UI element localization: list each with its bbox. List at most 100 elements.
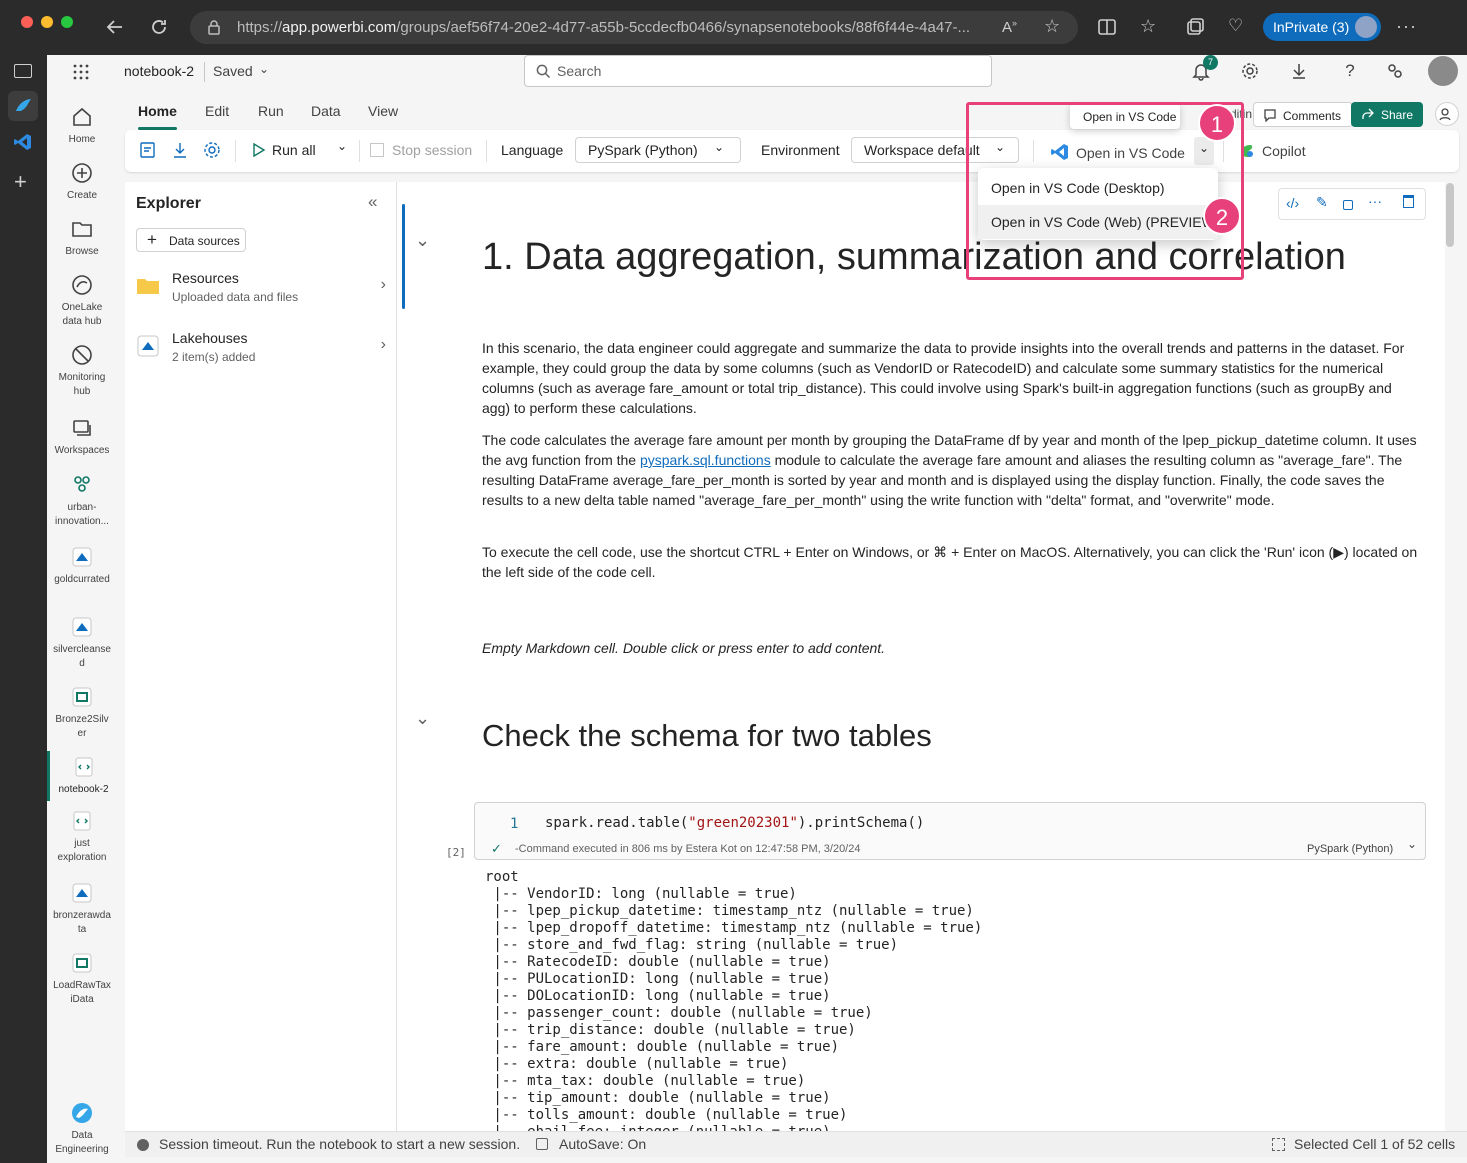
tab-data[interactable]: Data	[311, 103, 341, 119]
nav-onelake-data-hub[interactable]: OneLake data hub	[47, 273, 117, 329]
data-engineering-icon	[70, 1101, 94, 1125]
download-icon[interactable]	[1289, 61, 1311, 83]
nav-home[interactable]: Home	[47, 105, 117, 147]
ribbon-toolbar: Run all ⌄ Stop session Language PySpark …	[125, 130, 1459, 172]
user-avatar[interactable]	[1428, 56, 1458, 86]
more-cell-options-icon[interactable]: ···	[1368, 193, 1382, 209]
code-view-icon[interactable]: ‹/›	[1286, 195, 1299, 211]
download-notebook-icon[interactable]	[170, 140, 190, 160]
language-select[interactable]: PySpark (Python) ⌄	[575, 137, 741, 163]
notifications-bell-icon[interactable]: 7	[1191, 55, 1218, 83]
refresh-icon[interactable]	[148, 16, 170, 38]
session-settings-icon[interactable]	[202, 140, 222, 160]
notebook-scrollbar[interactable]	[1446, 183, 1454, 247]
new-tab-icon[interactable]: +	[14, 169, 27, 195]
autosave-status[interactable]: AutoSave: On	[559, 1136, 646, 1152]
help-icon[interactable]: ?	[1339, 61, 1361, 83]
nav-lakehouse-silvercleansed[interactable]: silvercleansed	[47, 615, 117, 671]
notebook-settings-icon[interactable]	[138, 140, 158, 160]
address-bar[interactable]: https://app.powerbi.com/groups/aef56f74-…	[190, 11, 1078, 44]
chevron-down-icon[interactable]: ⌄	[1407, 837, 1417, 851]
plus-icon: +	[147, 230, 157, 249]
execution-count: [2]	[446, 846, 466, 859]
nav-browse[interactable]: Browse	[47, 217, 117, 259]
nav-create[interactable]: Create	[47, 161, 117, 203]
powerbi-tab-icon[interactable]	[8, 91, 38, 121]
zoom-window-button[interactable]	[61, 16, 73, 28]
minimize-window-button[interactable]	[41, 16, 53, 28]
collections-icon[interactable]	[1184, 16, 1206, 38]
nav-pipeline-bronze2silver[interactable]: Bronze2Silver	[47, 685, 117, 741]
lock-cell-icon[interactable]	[1343, 200, 1353, 210]
split-screen-icon[interactable]	[1096, 16, 1118, 38]
close-window-button[interactable]	[21, 16, 33, 28]
share-feedback-icon[interactable]	[1385, 61, 1407, 83]
line-number: 1	[510, 816, 519, 832]
code-cell[interactable]: 1 spark.read.table("green202301").printS…	[474, 802, 1426, 860]
saved-status[interactable]: Saved	[213, 63, 253, 79]
nav-lakehouse-goldcurrated[interactable]: goldcurrated	[47, 545, 117, 587]
copilot-button[interactable]: Copilot	[1238, 142, 1306, 160]
tab-home[interactable]: Home	[138, 103, 177, 130]
markdown-heading-2: Check the schema for two tables	[482, 718, 932, 753]
stop-session-button[interactable]: Stop session	[370, 142, 472, 158]
nav-workspace-urban-innovation[interactable]: urban-innovation...	[47, 473, 117, 529]
lakehouse-icon	[70, 881, 94, 905]
back-icon[interactable]	[104, 16, 126, 38]
favorites-icon[interactable]: ☆	[1140, 16, 1162, 38]
nav-workspaces[interactable]: Workspaces	[47, 416, 117, 458]
collapse-section-chevron[interactable]: ⌄	[415, 230, 430, 251]
browser-essentials-icon[interactable]: ♡	[1228, 16, 1250, 38]
settings-gear-icon[interactable]	[1240, 61, 1262, 83]
favorite-star-icon[interactable]: ☆	[1044, 16, 1060, 37]
status-bar: Session timeout. Run the notebook to sta…	[125, 1131, 1467, 1157]
explorer-item-resources[interactable]: Resources Uploaded data and files ›	[136, 270, 386, 310]
add-data-sources-button[interactable]: + Data sources	[136, 228, 246, 252]
nav-pipeline-loadrawtaxidata[interactable]: LoadRawTaxiData	[47, 951, 117, 1007]
session-status[interactable]: Session timeout. Run the notebook to sta…	[159, 1136, 520, 1152]
more-options-icon[interactable]: ···	[1396, 16, 1418, 38]
browser-chrome: https://app.powerbi.com/groups/aef56f74-…	[0, 0, 1467, 55]
explorer-item-lakehouses[interactable]: Lakehouses 2 item(s) added ›	[136, 330, 386, 370]
app-launcher-icon[interactable]	[72, 63, 90, 81]
markdown-paragraph-2: The code calculates the average fare amo…	[482, 432, 1417, 508]
tab-actions-icon[interactable]	[14, 64, 32, 78]
empty-markdown-cell[interactable]: Empty Markdown cell. Double click or pre…	[482, 638, 1422, 658]
monitor-icon	[70, 343, 94, 367]
selected-cell-status: Selected Cell 1 of 52 cells	[1294, 1136, 1456, 1152]
nav-notebook-2[interactable]: notebook-2	[47, 751, 117, 801]
delete-cell-icon[interactable]	[1403, 195, 1414, 208]
explorer-title: Explorer	[136, 195, 201, 212]
explorer-pane: Explorer « + Data sources Resources Uplo…	[125, 182, 397, 1131]
nav-data-engineering[interactable]: Data Engineering	[47, 1101, 117, 1157]
collapse-section-chevron[interactable]: ⌄	[415, 708, 430, 729]
share-icon	[1362, 108, 1374, 119]
collaborators-icon[interactable]	[1435, 102, 1459, 126]
tab-edit[interactable]: Edit	[205, 103, 229, 119]
cell-language-select[interactable]: PySpark (Python)	[1307, 843, 1393, 855]
vscode-tab-icon[interactable]	[13, 132, 33, 152]
share-button[interactable]: Share	[1351, 102, 1423, 127]
nav-monitoring-hub[interactable]: Monitoring hub	[47, 343, 117, 399]
code-editor[interactable]: spark.read.table("green202301").printSch…	[545, 815, 924, 831]
edit-pencil-icon[interactable]: ✎	[1316, 194, 1328, 211]
chevron-down-icon[interactable]: ⌄	[259, 62, 269, 76]
markdown-paragraph-3: To execute the cell code, use the shortc…	[482, 544, 1418, 580]
run-all-chevron-icon[interactable]: ⌄	[337, 139, 347, 153]
comments-button[interactable]: Comments	[1253, 102, 1353, 127]
notebook-title[interactable]: notebook-2	[124, 63, 194, 79]
tab-view[interactable]: View	[368, 103, 398, 119]
nav-lakehouse-bronzerawdata[interactable]: bronzerawdata	[47, 881, 117, 937]
inprivate-button[interactable]: InPrivate (3)	[1263, 13, 1381, 41]
pipeline-icon	[70, 951, 94, 975]
nav-notebook-just-exploration[interactable]: just exploration	[47, 809, 117, 865]
pyspark-functions-link[interactable]: pyspark.sql.functions	[640, 452, 771, 468]
tab-run[interactable]: Run	[258, 103, 284, 119]
search-input[interactable]: Search	[524, 55, 992, 87]
collapse-pane-icon[interactable]: «	[368, 192, 377, 212]
language-label: Language	[501, 142, 564, 158]
save-icon	[536, 1138, 548, 1150]
annotation-badge-2: 2	[1203, 197, 1241, 235]
read-aloud-icon[interactable]: A»	[1002, 18, 1017, 36]
run-all-button[interactable]: Run all	[250, 142, 316, 158]
